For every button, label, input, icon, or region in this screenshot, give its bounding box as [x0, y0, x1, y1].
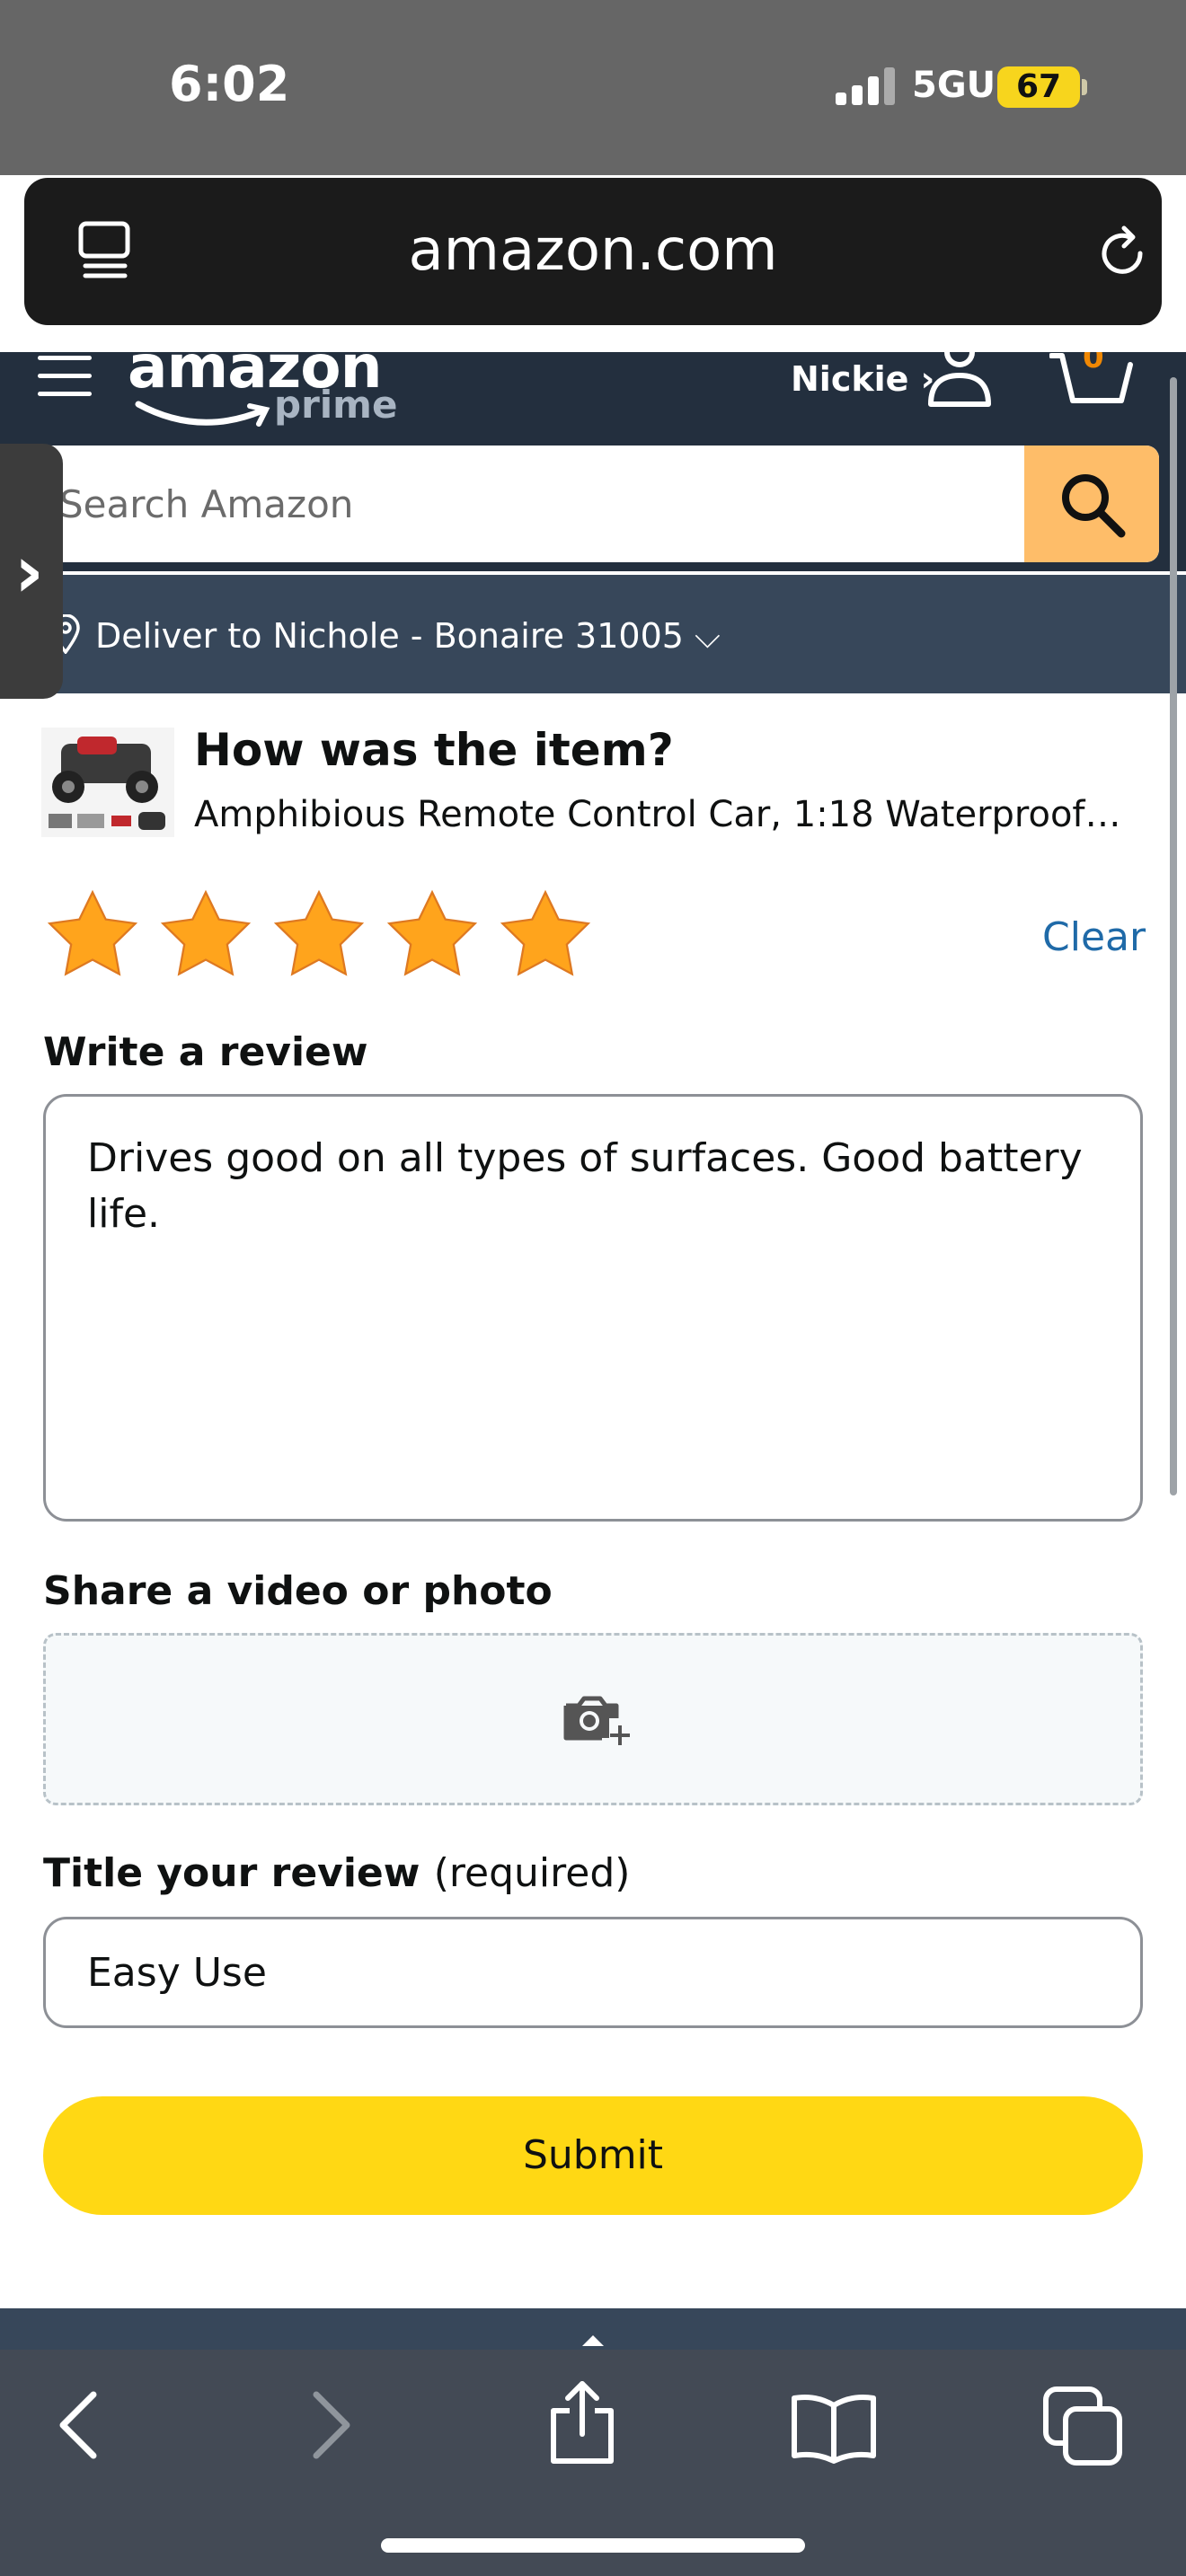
address-bar[interactable]: amazon.com [24, 178, 1162, 325]
status-time: 6:02 [169, 56, 290, 112]
review-title-input[interactable] [43, 1917, 1143, 2028]
battery-icon: 67 [997, 66, 1080, 108]
search-input[interactable] [36, 446, 1024, 562]
title-label-text: Title your review [43, 1850, 420, 1896]
amazon-header: amazon prime Nickie › 0 [0, 352, 1186, 446]
review-textarea[interactable]: Drives good on all types of surfaces. Go… [43, 1094, 1143, 1522]
tabs-icon[interactable] [1042, 2386, 1125, 2472]
share-icon[interactable] [546, 2380, 618, 2470]
chevron-right-icon: › [14, 530, 44, 613]
media-upload-box[interactable] [43, 1633, 1143, 1805]
product-thumbnail [41, 728, 174, 837]
back-icon[interactable] [54, 2389, 104, 2465]
home-indicator[interactable] [381, 2538, 805, 2553]
star-icon[interactable] [155, 886, 257, 984]
review-heading: How was the item? [194, 724, 674, 776]
deliver-to-text[interactable]: Deliver to Nichole - Bonaire 31005 ⌵ [95, 616, 721, 657]
side-panel-tab[interactable]: › [0, 444, 63, 699]
reload-icon[interactable] [1093, 225, 1151, 286]
search-button[interactable] [1024, 446, 1159, 562]
user-icon[interactable] [925, 352, 994, 413]
back-to-top-arrow-icon [582, 2335, 604, 2346]
clear-rating-link[interactable]: Clear [1042, 914, 1146, 960]
share-media-label: Share a video or photo [43, 1568, 553, 1614]
write-review-label: Write a review [43, 1029, 368, 1075]
menu-icon[interactable] [38, 356, 92, 401]
signal-icon [836, 67, 897, 105]
add-photo-camera-icon [562, 1691, 633, 1751]
deliver-to-bar[interactable]: Deliver to Nichole - Bonaire 31005 ⌵ [0, 575, 1186, 693]
status-bar: 6:02 5GUC 67 [0, 0, 1186, 175]
bookmarks-icon[interactable] [789, 2393, 879, 2468]
search-icon [1062, 474, 1126, 538]
star-icon[interactable] [381, 886, 483, 984]
battery-level: 67 [1015, 68, 1062, 105]
forward-icon[interactable] [305, 2389, 356, 2465]
star-icon[interactable] [494, 886, 597, 984]
search-bar [36, 446, 1159, 562]
cart-count: 0 [1083, 352, 1104, 375]
required-note: (required) [433, 1850, 631, 1896]
scroll-indicator[interactable] [1170, 377, 1177, 1495]
battery-tip [1082, 79, 1087, 95]
account-link[interactable]: Nickie › [791, 359, 934, 399]
star-icon[interactable] [41, 886, 144, 984]
submit-button[interactable]: Submit [43, 2096, 1143, 2215]
prime-logo: prime [274, 383, 398, 427]
smile-logo-icon [135, 401, 270, 427]
title-review-label: Title your review (required) [43, 1850, 630, 1896]
product-name[interactable]: Amphibious Remote Control Car, 1:18 Wate… [194, 794, 1128, 835]
url-text[interactable]: amazon.com [24, 217, 1162, 284]
star-icon[interactable] [268, 886, 370, 984]
